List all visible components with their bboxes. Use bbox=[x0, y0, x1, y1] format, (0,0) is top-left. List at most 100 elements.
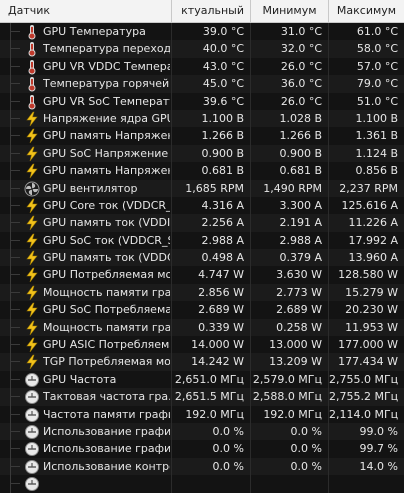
sensor-name-cell: Использование контро... bbox=[0, 457, 172, 476]
min-value: 31.0 °C bbox=[251, 23, 329, 41]
sensor-row[interactable]: Мощность памяти граф...2.856 W2.773 W 15.… bbox=[0, 283, 404, 302]
current-value: 4.747 W bbox=[172, 266, 251, 284]
max-value: 99.0 % bbox=[359, 424, 398, 438]
sensor-row[interactable]: GPU VR SoC Температура39.6 °C26.0 °C 51.0… bbox=[0, 92, 404, 110]
max-value: 17.992 A bbox=[348, 233, 398, 247]
current-value: 0.900 В bbox=[172, 144, 251, 163]
max-value: 13.960 A bbox=[348, 251, 398, 265]
sensor-row[interactable]: GPU SoC ток (VDDCR_S...2.988 A2.988 A17.… bbox=[0, 231, 404, 250]
lightning-icon bbox=[24, 128, 40, 144]
sensor-label: Использование контро... bbox=[43, 459, 170, 473]
sensor-row[interactable]: GPU память ток (VDDIO) 2.256 A 2.191 A 11.2… bbox=[0, 214, 404, 232]
max-value: 20.230 W bbox=[345, 303, 398, 317]
tree-branch bbox=[10, 309, 20, 311]
column-header-current[interactable]: ктуальный bbox=[172, 0, 251, 22]
lightning-icon bbox=[24, 267, 40, 283]
sensor-row[interactable]: GPU Потребляемая мощ...4.747 W3.630 W 128… bbox=[0, 266, 404, 284]
sensor-label: GPU вентилятор bbox=[43, 181, 138, 195]
sensor-name-cell: GPU вентилятор bbox=[0, 179, 172, 197]
min-value: 26.0 °C bbox=[251, 57, 329, 76]
tree-branch bbox=[10, 222, 20, 224]
sensor-row[interactable]: Температура перехода...40.0 °C32.0 °C 58.… bbox=[0, 40, 404, 58]
sensor-row[interactable]: GPU Температура 39.0 °C 31.0 °C 61.0 °C bbox=[0, 23, 404, 41]
sensor-name-cell: Частота памяти графи... bbox=[0, 405, 172, 423]
column-header-max[interactable]: Максимум bbox=[329, 0, 404, 22]
sensor-row[interactable]: GPU память Напряжени...0.681 В0.681 В0.8… bbox=[0, 162, 404, 180]
tree-branch bbox=[10, 187, 20, 189]
sensor-row[interactable]: GPU VR VDDC Температ...43.0 °C26.0 °C 57.… bbox=[0, 57, 404, 76]
min-value: 0.900 В bbox=[251, 144, 329, 163]
sensor-name-cell: Мощность памяти граф... bbox=[0, 318, 172, 337]
max-value: 1.124 В bbox=[355, 146, 398, 160]
min-value: 192.0 МГц bbox=[251, 405, 329, 423]
sensor-row[interactable]: GPU память ток (VDDCI...0.498 A0.379 A 13… bbox=[0, 249, 404, 267]
current-value: 2,651.0 МГц bbox=[172, 370, 251, 389]
sensor-row[interactable]: GPU Core ток (VDDCR_... 4.316 A 3.300 A 125… bbox=[0, 196, 404, 215]
current-value: 1.266 В bbox=[172, 127, 251, 145]
min-value: 2.773 W bbox=[251, 283, 329, 302]
sensor-row[interactable]: Использование графич...0.0 %0.0 %99.7 % bbox=[0, 440, 404, 458]
sensor-name-cell: GPU SoC Напряжение (... bbox=[0, 144, 172, 163]
current-value: 0.0 % bbox=[172, 422, 251, 441]
sensor-row[interactable]: Использование графич...0.0 %0.0 %99.0 % bbox=[0, 422, 404, 441]
min-value: 2.191 A bbox=[251, 214, 329, 232]
lightning-icon bbox=[24, 233, 40, 249]
sensor-row[interactable]: Температура горячей т...45.0 °C36.0 °C 79… bbox=[0, 75, 404, 93]
sensor-label: Использование графич... bbox=[43, 442, 170, 456]
sensor-name-cell: GPU память Напряжени... bbox=[0, 162, 172, 180]
sensor-row[interactable]: Тактовая частота гра... 2,651.5 МГц 2,588.… bbox=[0, 388, 404, 406]
sensor-label: GPU SoC Напряжение (... bbox=[43, 146, 170, 160]
max-value: 177.434 W bbox=[338, 355, 398, 369]
sensor-label: GPU память Напряжени... bbox=[43, 164, 170, 178]
sensor-label: Использование графич... bbox=[43, 424, 170, 438]
sensor-label: GPU VR VDDC Температ... bbox=[43, 59, 170, 73]
max-value: 57.0 °C bbox=[356, 59, 398, 73]
min-value: 26.0 °C bbox=[251, 92, 329, 110]
max-value: 14.0 % bbox=[359, 459, 398, 473]
sensor-row[interactable]: GPU вентилятор 1,685 RPM 1,490 RPM 2,237 RP… bbox=[0, 179, 404, 197]
tree-branch bbox=[10, 48, 20, 50]
sensor-name-cell: GPU память ток (VDDCI... bbox=[0, 249, 172, 267]
column-header-min[interactable]: Минимум bbox=[251, 0, 329, 22]
lightning-icon bbox=[24, 320, 40, 336]
sensor-row[interactable]: GPU ASIC Потребляема...14.000 W13.000 W 1… bbox=[0, 336, 404, 354]
min-value: 2.988 A bbox=[251, 231, 329, 250]
current-value: 0.681 В bbox=[172, 162, 251, 180]
fan-icon bbox=[24, 181, 40, 197]
current-value: 2,651.5 МГц bbox=[172, 388, 251, 406]
sensor-row[interactable]: GPU память Напряжени...1.266 В1.266 В1.3… bbox=[0, 127, 404, 145]
sensor-row[interactable]: Напряжение ядра GPU ...1.100 В1.028 В1.1… bbox=[0, 109, 404, 128]
tree-branch bbox=[10, 83, 20, 85]
min-value: 0.0 % bbox=[251, 440, 329, 458]
max-value: 0.856 В bbox=[355, 164, 398, 178]
sensor-label: TGP Потребляемая мощ... bbox=[43, 355, 170, 369]
sensor-row[interactable]: Частота памяти графи...192.0 МГц192.0 МГ… bbox=[0, 405, 404, 423]
clock-icon bbox=[24, 372, 40, 388]
tree-branch bbox=[10, 170, 20, 172]
min-value: 0.379 A bbox=[251, 249, 329, 267]
clock-icon bbox=[24, 407, 40, 423]
current-value: 40.0 °C bbox=[172, 40, 251, 58]
tree-branch bbox=[10, 291, 20, 293]
column-header-sensor[interactable]: Датчик bbox=[0, 0, 172, 22]
sensor-row[interactable]: TGP Потребляемая мощ...14.242 W13.209 W 1… bbox=[0, 353, 404, 371]
sensor-row[interactable] bbox=[0, 475, 404, 493]
min-value: 0.258 W bbox=[251, 318, 329, 337]
sensor-name-cell: Температура перехода... bbox=[0, 40, 172, 58]
min-value: 3.630 W bbox=[251, 266, 329, 284]
max-value: 61.0 °C bbox=[356, 25, 398, 38]
max-value: 128.580 W bbox=[338, 268, 398, 282]
max-value: 2,237 RPM bbox=[339, 181, 398, 195]
thermometer-icon bbox=[24, 59, 40, 75]
sensor-row[interactable]: Использование контро...0.0 %0.0 %14.0 % bbox=[0, 457, 404, 476]
sensor-row[interactable]: GPU Частота 2,651.0 МГц 2,579.0 МГц 2,755.0… bbox=[0, 370, 404, 389]
max-value: 1.361 В bbox=[355, 129, 398, 143]
lightning-icon bbox=[24, 354, 40, 370]
max-value: 125.616 A bbox=[341, 198, 398, 212]
sensor-row[interactable]: Мощность памяти граф...0.339 W0.258 W 11.… bbox=[0, 318, 404, 337]
sensor-label: Тактовая частота гра... bbox=[43, 390, 170, 404]
sensor-row[interactable]: GPU SoC Напряжение (...0.900 В0.900 В1.1… bbox=[0, 144, 404, 163]
sensor-row[interactable]: GPU SoC Потребляемая...2.689 W2.689 W20.… bbox=[0, 301, 404, 319]
max-value: 15.279 W bbox=[345, 285, 398, 299]
sensor-label: Мощность памяти граф... bbox=[43, 285, 170, 299]
